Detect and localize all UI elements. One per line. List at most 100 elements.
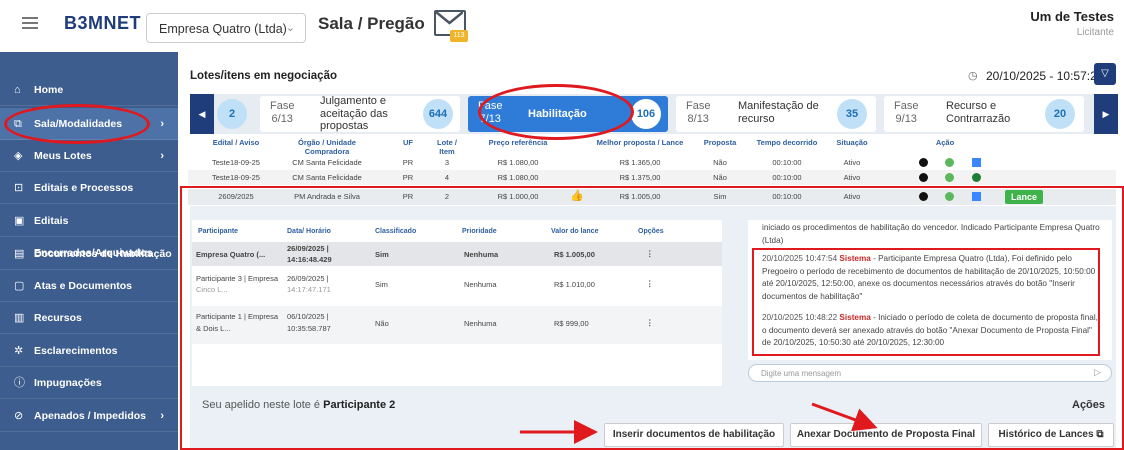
options-kebab-icon[interactable]: ⋮ <box>646 279 654 289</box>
list-icon: ▥ <box>14 312 25 324</box>
sidebar-item-apenados-impedidos[interactable]: ⊘ Apenados / Impedidos › <box>0 400 178 432</box>
sidebar-item-impugnacoes[interactable]: ⓘ Impugnações <box>0 367 178 399</box>
hamburger-menu-icon[interactable] <box>22 17 38 29</box>
historico-lances-button[interactable]: Histórico de Lances ⧉ <box>988 423 1114 447</box>
phase-next-arrow-icon[interactable]: ▶ <box>1094 94 1118 134</box>
col-edital: Edital / Aviso <box>212 138 260 147</box>
block-icon: ⊘ <box>14 410 24 422</box>
clock-status-icon[interactable] <box>945 158 954 167</box>
bids-col-data: Data/ Horário <box>287 228 331 235</box>
sidebar-item-recursos[interactable]: ▥ Recursos <box>0 302 178 334</box>
chevron-right-icon: › <box>160 150 164 162</box>
user-role: Licitante <box>1076 27 1114 38</box>
phase-number: Fase 9/13 <box>894 100 919 125</box>
phase-count: 35 <box>837 99 867 129</box>
blue-square-icon[interactable] <box>972 158 981 167</box>
phase-card-6[interactable]: Fase 6/13 Julgamento e aceitação das prop… <box>260 95 460 132</box>
sidebar-item-documentos-habilitacao[interactable]: ▤ Documentos de Habilitação <box>0 238 178 270</box>
user-name[interactable]: Um de Testes <box>1030 9 1114 24</box>
table-row[interactable]: Teste18-09-25 CM Santa Felicidade PR 3 R… <box>188 155 1116 170</box>
sun-icon: ✲ <box>14 345 24 357</box>
phase-name: Julgamento e aceitação das propostas <box>320 95 388 132</box>
room-icon: ⧉ <box>14 118 22 130</box>
file-icon: ▢ <box>14 280 25 292</box>
phase-card-9[interactable]: Fase 9/13 Recurso e Contrarrazão 20 <box>884 96 1084 132</box>
archive-icon: ▣ <box>14 215 25 227</box>
sidebar-item-editais-encerrados[interactable]: ▣ Editais Encerrados/Arquivados <box>0 205 178 259</box>
sidebar-item-sala-modalidades[interactable]: ⧉ Sala/Modalidades › <box>0 108 178 140</box>
current-datetime: 20/10/2025 - 10:57:23 <box>986 69 1104 83</box>
phase-count: 106 <box>631 99 661 129</box>
col-lote: Lote / Item <box>437 138 457 156</box>
bid-row[interactable]: Empresa Quatro (... 26/09/2025 | 14:16:4… <box>192 242 722 266</box>
lots-icon: ◈ <box>14 150 23 162</box>
col-proposta: Proposta <box>703 138 737 147</box>
section-title: Lotes/itens em negociação <box>190 70 337 82</box>
table-row[interactable]: Teste18-09-25 CM Santa Felicidade PR 4 R… <box>188 170 1116 185</box>
page-title: Sala / Pregão <box>318 14 425 33</box>
chat-input[interactable]: Digite uma mensagem <box>748 364 1112 382</box>
green-dot-icon[interactable] <box>972 173 981 182</box>
phase-count: 644 <box>423 99 453 129</box>
phase-prev-count: 2 <box>214 96 250 132</box>
bids-col-prioridade: Prioridade <box>462 228 497 235</box>
doc-icon: ▤ <box>14 248 25 260</box>
anexar-proposta-button[interactable]: Anexar Documento de Proposta Final <box>790 423 982 447</box>
info-icon[interactable] <box>919 192 928 201</box>
blue-square-icon[interactable] <box>972 192 981 201</box>
bids-col-participante: Participante <box>198 228 239 235</box>
bid-row[interactable]: Participante 1 | Empresa & Dois L... 06/… <box>192 306 722 344</box>
info-icon[interactable] <box>919 173 928 182</box>
bids-col-classificado: Classificado <box>375 228 417 235</box>
phase-name: Recurso e Contrarrazão <box>946 100 1011 125</box>
external-link-icon: ⧉ <box>1096 429 1104 440</box>
chevron-right-icon: › <box>160 410 164 422</box>
phase-card-8[interactable]: Fase 8/13 Manifestação de recurso 35 <box>676 96 876 132</box>
col-orgao: Órgão / Unidade Compradora <box>298 138 356 156</box>
chat-message: iniciado os procedimentos de habilitação… <box>762 223 1100 245</box>
sidebar-item-home[interactable]: ⌂ Home <box>0 74 178 106</box>
sidebar-item-atas-documentos[interactable]: ▢ Atas e Documentos <box>0 270 178 302</box>
filter-icon[interactable]: ▽ <box>1094 63 1116 85</box>
phase-count: 20 <box>1045 99 1075 129</box>
clock-status-icon[interactable] <box>945 173 954 182</box>
options-kebab-icon[interactable]: ⋮ <box>646 318 654 328</box>
acoes-label: Ações <box>1072 399 1106 411</box>
thumbs-up-icon: 👍 <box>570 190 584 202</box>
company-select[interactable]: Empresa Quatro (Ltda) ⌄ <box>146 13 306 43</box>
alert-icon: ⓘ <box>14 377 25 389</box>
chevron-down-icon: ⌄ <box>285 22 295 34</box>
sidebar-item-esclarecimentos[interactable]: ✲ Esclarecimentos <box>0 335 178 367</box>
phase-name: Habilitação <box>528 108 587 120</box>
bids-col-opcoes: Opções <box>638 228 664 235</box>
col-melhor: Melhor proposta / Lance <box>596 138 684 147</box>
sidebar-item-meus-lotes[interactable]: ◈ Meus Lotes › <box>0 140 178 172</box>
phase-prev-arrow-icon[interactable]: ◀ <box>190 94 214 134</box>
logo[interactable]: B3MNET <box>64 13 141 34</box>
clock-status-icon[interactable] <box>945 192 954 201</box>
col-tempo: Tempo decorrido <box>756 138 818 147</box>
phase-card-7[interactable]: Fase 7/13 Habilitação 106 <box>468 96 668 132</box>
sidebar-item-editais-processos[interactable]: ⊡ Editais e Processos <box>0 172 178 204</box>
table-row-selected[interactable]: 2609/2025 PM Andrada e Silva PR 2 R$ 1.0… <box>188 189 1116 205</box>
col-acao: Ação <box>935 138 955 147</box>
send-icon[interactable]: ▷ <box>1094 367 1101 378</box>
col-situacao: Situação <box>836 138 868 147</box>
chat-message: 20/10/2025 10:48:22 Sistema - Iniciado o… <box>762 313 1098 347</box>
inserir-documentos-button[interactable]: Inserir documentos de habilitação <box>604 423 784 447</box>
apelido-text: Seu apelido neste lote é Participante 2 <box>202 399 396 411</box>
bid-row[interactable]: Participante 3 | Empresa Cinco L... 26/0… <box>192 268 722 302</box>
phase-number: Fase 7/13 <box>478 100 503 125</box>
col-uf: UF <box>403 138 413 147</box>
phase-name: Manifestação de recurso <box>738 100 819 125</box>
options-kebab-icon[interactable]: ⋮ <box>646 249 654 259</box>
info-icon[interactable] <box>919 158 928 167</box>
chat-message: 20/10/2025 10:47:54 Sistema - Participan… <box>762 254 1096 301</box>
phase-number: Fase 8/13 <box>686 100 711 125</box>
mail-count-badge: 113 <box>450 30 468 42</box>
home-icon: ⌂ <box>14 84 21 96</box>
lance-button[interactable]: Lance <box>1005 190 1043 204</box>
chevron-right-icon: › <box>160 118 164 130</box>
bids-col-valor: Valor do lance <box>551 228 599 235</box>
clock-icon: ◷ <box>968 70 978 82</box>
